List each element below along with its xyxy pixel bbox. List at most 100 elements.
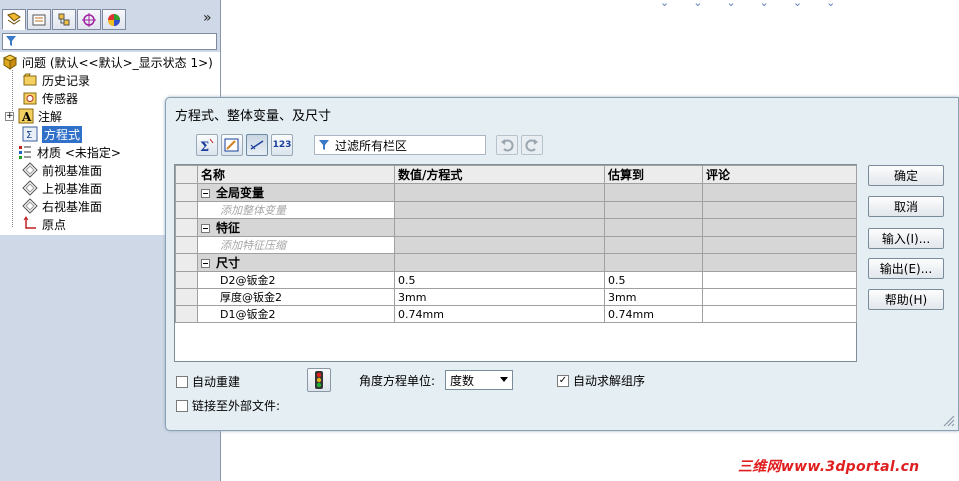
collapse-minus-icon[interactable] — [201, 189, 210, 198]
ordered-view-button[interactable]: 123 — [271, 134, 293, 156]
cancel-button[interactable]: 取消 — [868, 196, 944, 217]
dimension-comment-cell[interactable] — [702, 305, 857, 323]
dimension-comment-cell[interactable] — [702, 288, 857, 306]
configuration-manager-icon — [58, 13, 70, 25]
import-button[interactable]: 输入(I)... — [868, 228, 944, 249]
tab-feature-manager[interactable] — [2, 9, 26, 30]
auto-solve-order-checkbox[interactable]: ✓ — [557, 374, 569, 387]
plane-icon — [22, 198, 38, 214]
filter-all-fields-input[interactable]: 过滤所有栏区 — [314, 135, 486, 155]
dimension-evaluates-cell: 0.5 — [604, 271, 703, 289]
part-icon — [2, 54, 18, 70]
dimension-name-cell[interactable]: 厚度@钣金2 — [197, 288, 395, 306]
auto-rebuild-checkbox[interactable] — [176, 375, 188, 388]
property-manager-icon — [32, 14, 46, 25]
dimension-value-cell[interactable]: 3mm — [394, 288, 605, 306]
column-header-value[interactable]: 数值/方程式 — [394, 165, 605, 184]
view-icon[interactable]: ⌄ — [660, 0, 669, 9]
tree-item-material[interactable]: 材质 <未指定> — [17, 143, 121, 161]
link-external-file-checkbox[interactable] — [176, 399, 188, 412]
tree-item-history[interactable]: 历史记录 — [22, 71, 90, 89]
column-header-comments[interactable]: 评论 — [702, 165, 857, 184]
tree-item-label: 历史记录 — [42, 73, 91, 88]
section-cell[interactable]: 尺寸 — [197, 253, 395, 272]
collapse-minus-icon[interactable] — [201, 259, 210, 268]
view-icon[interactable]: ⌄ — [826, 0, 835, 9]
row-header — [175, 218, 198, 237]
view-icon[interactable]: ⌄ — [793, 0, 802, 9]
dimension-view-button[interactable] — [246, 134, 268, 156]
section-blank — [702, 218, 857, 237]
dimension-view-icon — [250, 140, 264, 150]
equation-icon: Σ — [22, 126, 38, 142]
dimension-value-cell[interactable]: 0.5 — [394, 271, 605, 289]
row-header — [175, 271, 198, 289]
tree-item-equations[interactable]: Σ 方程式 — [22, 125, 83, 143]
dimension-comment-cell[interactable] — [702, 271, 857, 289]
table-row[interactable]: D2@钣金2 0.5 0.5 — [175, 271, 857, 289]
link-external-file-option[interactable]: 链接至外部文件: — [176, 397, 280, 414]
tab-display-manager[interactable] — [102, 9, 126, 30]
ok-button[interactable]: 确定 — [868, 165, 944, 186]
svg-text:A: A — [21, 110, 32, 124]
add-feature-suppression-hint[interactable]: 添加特征压缩 — [197, 236, 395, 254]
add-global-variable-row[interactable]: 添加整体变量 — [175, 201, 857, 219]
tree-root-part[interactable]: 问题 (默认<<默认>_显示状态 1>) — [2, 53, 213, 71]
dimension-value-cell[interactable]: 0.74mm — [394, 305, 605, 323]
dimension-name-cell[interactable]: D1@钣金2 — [197, 305, 395, 323]
sketch-equation-view-button[interactable] — [221, 134, 243, 156]
auto-rebuild-option[interactable]: 自动重建 — [176, 373, 240, 390]
expand-plus-icon[interactable]: + — [5, 111, 14, 121]
column-header-evaluates[interactable]: 估算到 — [604, 165, 703, 184]
tree-item-annotations[interactable]: + A 注解 — [5, 107, 62, 125]
tree-item-sensors[interactable]: 传感器 — [22, 89, 78, 107]
section-blank — [702, 253, 857, 272]
more-tabs-chevron[interactable]: » — [203, 10, 212, 26]
undo-button[interactable] — [496, 135, 518, 155]
auto-solve-order-label: 自动求解组序 — [573, 374, 646, 388]
view-icon[interactable]: ⌄ — [760, 0, 769, 9]
table-row[interactable]: 厚度@钣金2 3mm 3mm — [175, 288, 857, 306]
watermark-text: 三维网www.3dportal.cn — [738, 459, 920, 475]
disabled-cell — [604, 201, 703, 219]
equation-view-button[interactable]: Σ — [196, 134, 218, 156]
view-icon[interactable]: ⌄ — [693, 0, 702, 9]
angle-unit-label: 角度方程单位: — [359, 374, 436, 388]
tree-item-right-plane[interactable]: 右视基准面 — [22, 197, 102, 215]
add-feature-suppression-row[interactable]: 添加特征压缩 — [175, 236, 857, 254]
undo-redo-group — [496, 135, 543, 155]
tree-filter-field[interactable] — [2, 33, 217, 50]
redo-button[interactable] — [521, 135, 543, 155]
tree-item-label: 材质 <未指定> — [37, 145, 121, 160]
add-global-variable-hint[interactable]: 添加整体变量 — [197, 201, 395, 219]
origin-icon — [22, 216, 38, 232]
section-cell[interactable]: 特征 — [197, 218, 395, 237]
tab-dimxpert-manager[interactable] — [77, 9, 101, 30]
rebuild-traffic-light-button[interactable] — [307, 368, 331, 392]
tab-property-manager[interactable] — [27, 9, 51, 30]
section-row-dimensions[interactable]: 尺寸 — [175, 253, 857, 272]
help-button[interactable]: 帮助(H) — [868, 289, 944, 310]
table-row[interactable]: D1@钣金2 0.74mm 0.74mm — [175, 305, 857, 323]
collapse-minus-icon[interactable] — [201, 224, 210, 233]
dimxpert-icon — [82, 12, 96, 27]
row-header — [175, 288, 198, 306]
export-button[interactable]: 输出(E)... — [868, 258, 944, 279]
section-blank — [604, 253, 703, 272]
column-header-name[interactable]: 名称 — [197, 165, 395, 184]
section-cell[interactable]: 全局变量 — [197, 183, 395, 202]
section-row-features[interactable]: 特征 — [175, 218, 857, 237]
tab-configuration-manager[interactable] — [52, 9, 76, 30]
sigma-equation-icon: Σ — [200, 138, 214, 153]
tree-item-origin[interactable]: 原点 — [22, 215, 66, 233]
angle-unit-select[interactable]: 度数 — [445, 370, 513, 390]
tree-item-front-plane[interactable]: 前视基准面 — [22, 161, 102, 179]
view-icon[interactable]: ⌄ — [726, 0, 735, 9]
auto-rebuild-label: 自动重建 — [192, 375, 241, 389]
dimension-name-cell[interactable]: D2@钣金2 — [197, 271, 395, 289]
resize-grip-icon[interactable] — [941, 413, 955, 427]
section-row-global-variables[interactable]: 全局变量 — [175, 183, 857, 202]
auto-solve-order-option[interactable]: ✓ 自动求解组序 — [557, 372, 645, 389]
tree-item-top-plane[interactable]: 上视基准面 — [22, 179, 102, 197]
dimension-evaluates-cell: 0.74mm — [604, 305, 703, 323]
